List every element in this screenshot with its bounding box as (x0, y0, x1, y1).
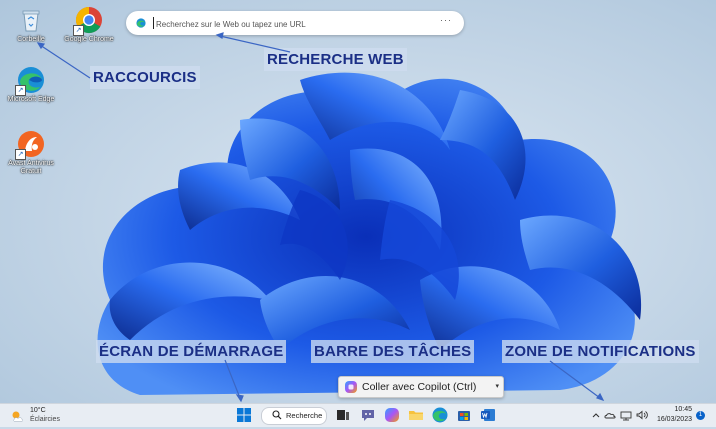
weather-widget[interactable]: 10°C Éclaircies (10, 406, 80, 426)
word-icon (481, 409, 495, 421)
file-explorer-icon (409, 411, 423, 420)
windows-logo-icon (237, 408, 251, 422)
teams-chat-button[interactable] (359, 406, 377, 424)
edge-icon (136, 18, 146, 28)
clock-date: 16/03/2023 (656, 416, 692, 423)
weather-condition: Éclaircies (30, 416, 60, 423)
callout-ecran-demarrage: ÉCRAN DE DÉMARRAGE (96, 340, 287, 363)
avast-icon: ↗ (15, 130, 45, 160)
web-search-input[interactable] (154, 15, 438, 33)
taskbar-search-label: Recherche (286, 411, 323, 420)
desktop-icon-label: Avast Antivirus Gratuit (8, 160, 54, 175)
network-icon (620, 411, 632, 421)
show-hidden-icons-button[interactable] (590, 406, 602, 424)
chevron-up-icon (592, 413, 600, 418)
desktop-icon-label: Microsoft Edge (7, 96, 55, 103)
word-button[interactable] (479, 406, 497, 424)
desktop-icon-google-chrome[interactable]: ↗ Google Chrome (60, 6, 118, 44)
callout-recherche-web: RECHERCHE WEB (264, 48, 407, 71)
desktop-icon-avast-antivirus[interactable]: ↗ Avast Antivirus Gratuit (2, 130, 60, 176)
teams-chat-icon (362, 410, 374, 421)
taskbar-clock[interactable]: 10:45 16/03/2023 (654, 405, 692, 425)
recycle-bin-icon (17, 6, 45, 34)
speaker-icon (636, 410, 648, 420)
file-explorer-button[interactable] (407, 406, 425, 424)
volume-button[interactable] (635, 406, 649, 424)
desktop-icon-label: Google Chrome (64, 36, 114, 43)
weather-temperature: 10°C (30, 407, 46, 414)
partly-sunny-icon (12, 411, 23, 422)
search-icon (272, 410, 282, 420)
taskbar: 10°C Éclaircies Recherche 10:45 16/03/20… (0, 403, 716, 427)
edge-icon: ↗ (15, 66, 45, 96)
callout-raccourcis: RACCOURCIS (90, 66, 200, 89)
more-options-icon[interactable]: ··· (440, 15, 452, 25)
copilot-button[interactable] (383, 406, 401, 424)
edge-taskbar-button[interactable] (431, 406, 449, 424)
copilot-icon (345, 381, 357, 393)
chrome-icon: ↗ (73, 6, 103, 36)
chevron-down-icon[interactable]: ▾ (495, 382, 499, 390)
shortcut-arrow-icon: ↗ (15, 149, 26, 160)
web-search-bar[interactable]: ··· (126, 11, 464, 35)
task-view-icon (337, 410, 349, 420)
task-view-button[interactable] (334, 406, 352, 424)
start-button[interactable] (235, 406, 253, 424)
clock-time: 10:45 (674, 406, 692, 413)
store-button[interactable] (455, 406, 473, 424)
desktop-icon-microsoft-edge[interactable]: ↗ Microsoft Edge (2, 66, 60, 104)
desktop-icon-recycle-bin[interactable]: Corbeille (2, 6, 60, 44)
store-icon (458, 411, 470, 421)
callout-zone-notifications: ZONE DE NOTIFICATIONS (502, 340, 699, 363)
shortcut-arrow-icon: ↗ (73, 25, 84, 36)
desktop-icon-label: Corbeille (17, 36, 45, 43)
copilot-paste-label: Coller avec Copilot (Ctrl) (362, 381, 477, 393)
notification-badge[interactable]: 1 (696, 411, 705, 420)
cloud-icon (604, 413, 616, 419)
copilot-paste-popup[interactable]: Coller avec Copilot (Ctrl) ▾ (338, 376, 504, 398)
shortcut-arrow-icon: ↗ (15, 85, 26, 96)
onedrive-button[interactable] (603, 406, 617, 424)
network-button[interactable] (619, 406, 633, 424)
edge-icon (432, 407, 448, 423)
desktop-wallpaper: Corbeille ↗ Google Chrome ↗ Microsoft Ed… (0, 0, 716, 403)
callout-barre-des-taches: BARRE DES TÂCHES (311, 340, 475, 363)
taskbar-search[interactable]: Recherche (261, 407, 327, 425)
copilot-icon (385, 408, 399, 422)
